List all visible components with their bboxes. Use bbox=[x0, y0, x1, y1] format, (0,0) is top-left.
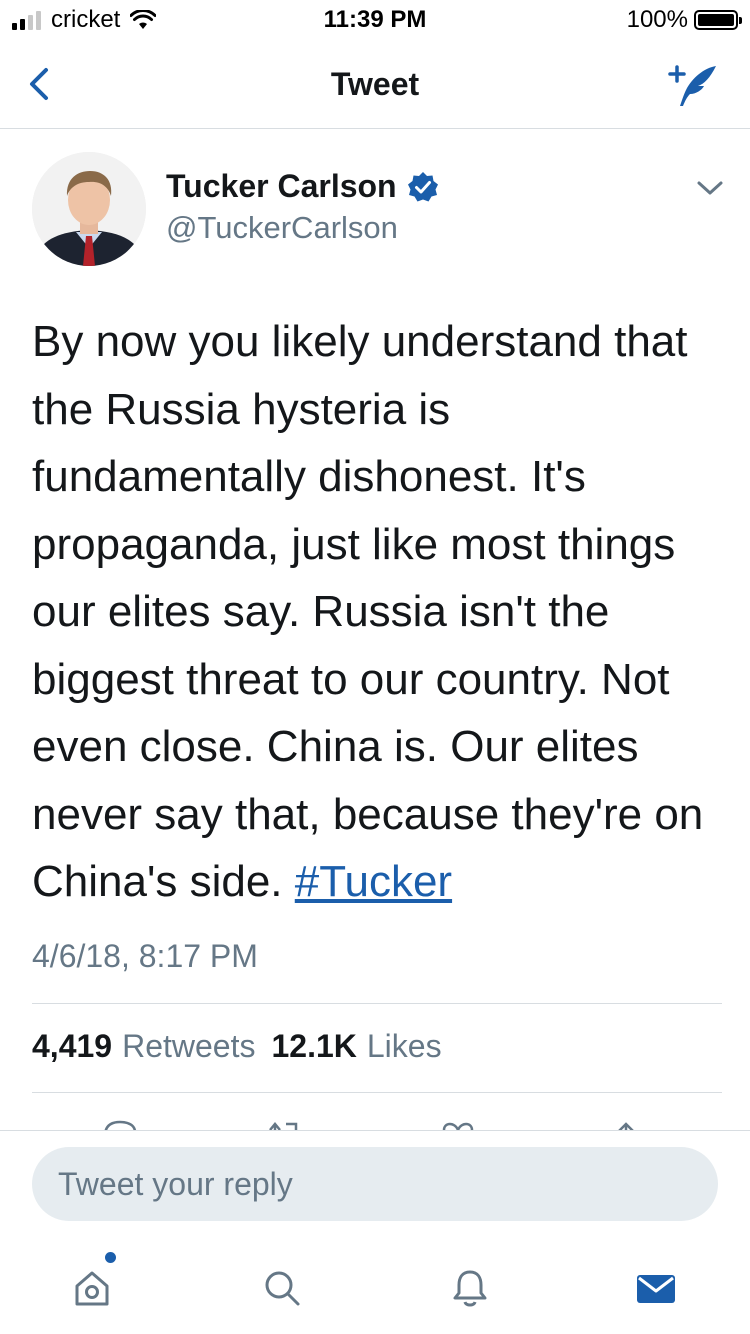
tab-search[interactable] bbox=[252, 1258, 312, 1318]
author-name[interactable]: Tucker Carlson bbox=[166, 168, 397, 205]
tweet-stats: 4,419 Retweets 12.1K Likes bbox=[32, 1028, 448, 1065]
tab-messages[interactable] bbox=[626, 1258, 686, 1318]
retweets-count[interactable]: 4,419 bbox=[32, 1028, 112, 1065]
divider bbox=[32, 1092, 722, 1093]
retweets-label[interactable]: Retweets bbox=[122, 1028, 255, 1065]
likes-count[interactable]: 12.1K bbox=[271, 1028, 356, 1065]
hashtag-link[interactable]: #Tucker bbox=[295, 857, 452, 906]
messages-icon bbox=[637, 1275, 675, 1303]
tweet-text-body: By now you likely understand that the Ru… bbox=[32, 317, 704, 906]
share-icon[interactable] bbox=[606, 1116, 646, 1130]
profile-photo bbox=[32, 152, 146, 266]
verified-badge-icon bbox=[407, 171, 438, 201]
tab-home[interactable] bbox=[62, 1252, 122, 1318]
avatar[interactable] bbox=[32, 152, 146, 266]
author-handle[interactable]: @TuckerCarlson bbox=[166, 210, 398, 246]
status-right: 100% bbox=[626, 6, 742, 34]
compose-tweet-icon[interactable] bbox=[666, 60, 722, 110]
status-bar: cricket 11:39 PM 100% bbox=[0, 0, 750, 40]
retweet-icon[interactable] bbox=[262, 1116, 302, 1130]
like-icon[interactable] bbox=[438, 1116, 478, 1130]
author-name-row: Tucker Carlson bbox=[166, 168, 439, 205]
home-icon bbox=[75, 1271, 109, 1306]
tweet-timestamp: 4/6/18, 8:17 PM bbox=[32, 938, 258, 974]
home-notification-dot bbox=[105, 1252, 116, 1263]
reply-icon[interactable] bbox=[100, 1116, 140, 1130]
chevron-down-icon[interactable] bbox=[696, 178, 724, 198]
tweet-text: By now you likely understand that the Ru… bbox=[32, 308, 722, 916]
reply-placeholder: Tweet your reply bbox=[58, 1165, 293, 1202]
divider bbox=[32, 1003, 722, 1004]
search-icon bbox=[265, 1271, 300, 1306]
likes-label[interactable]: Likes bbox=[367, 1028, 442, 1065]
tab-bar bbox=[0, 1240, 750, 1334]
battery-percentage: 100% bbox=[626, 6, 688, 33]
navigation-bar: Tweet bbox=[0, 40, 750, 129]
reply-input[interactable]: Tweet your reply bbox=[32, 1147, 718, 1221]
tweet-actions bbox=[0, 1112, 750, 1130]
notifications-icon bbox=[453, 1270, 487, 1307]
battery-icon bbox=[694, 10, 742, 30]
tab-notifications[interactable] bbox=[440, 1258, 500, 1318]
reply-bar: Tweet your reply bbox=[0, 1130, 750, 1231]
page-title: Tweet bbox=[330, 66, 420, 102]
